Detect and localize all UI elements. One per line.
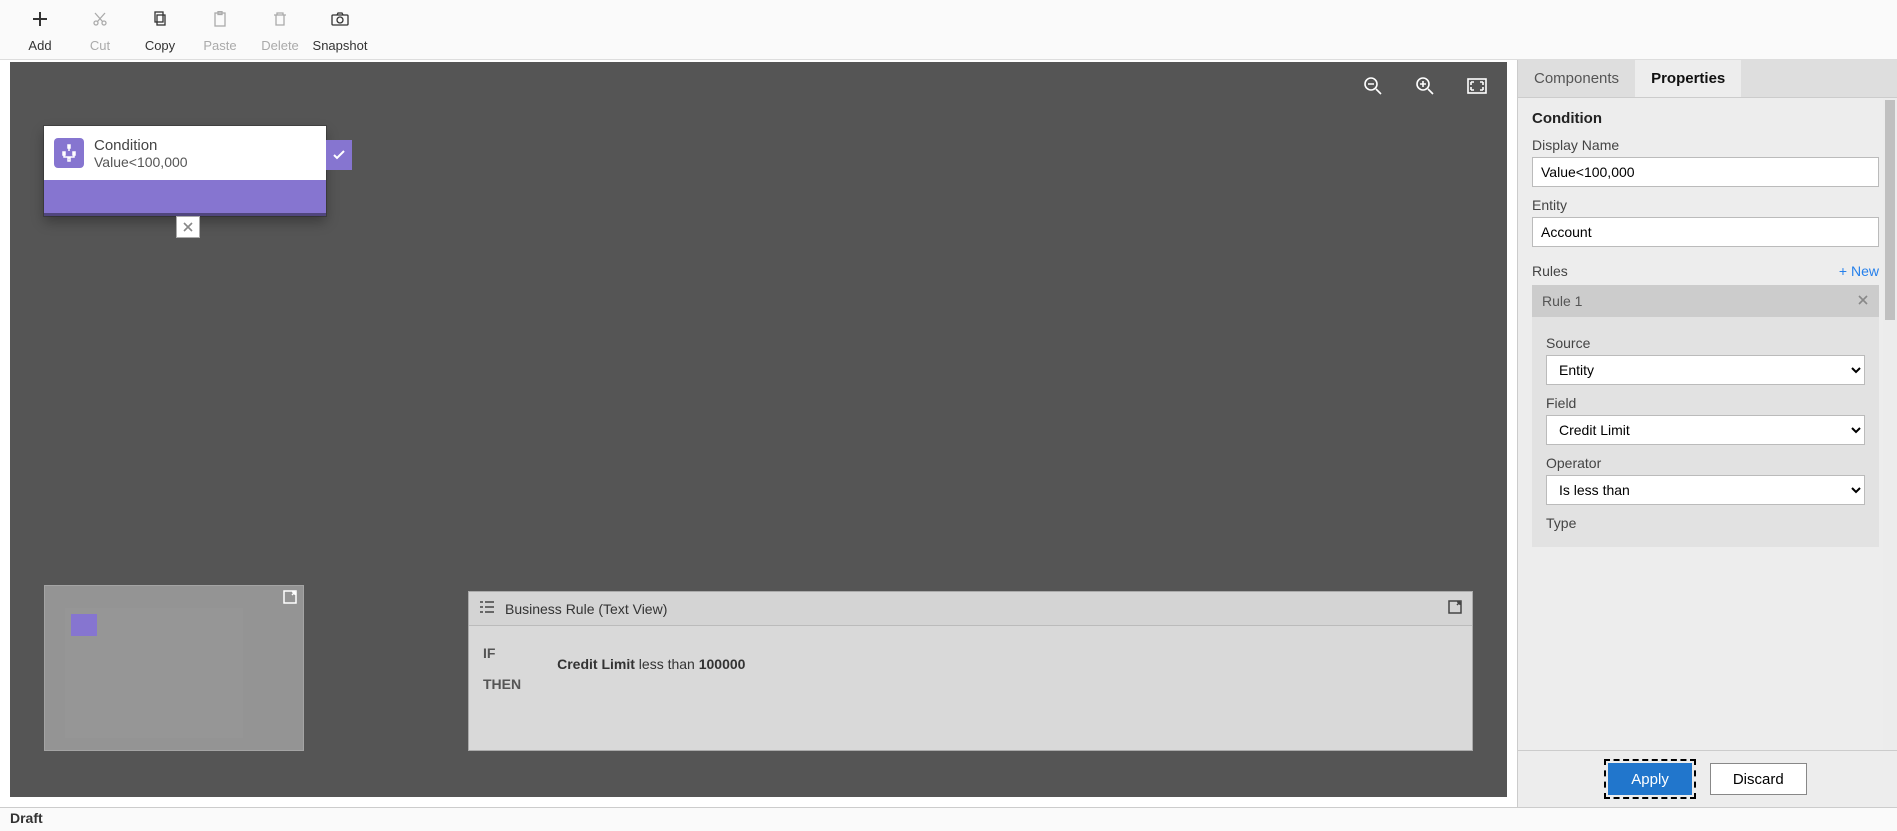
status-text: Draft: [10, 810, 43, 826]
minimap-node: [71, 614, 97, 636]
rule-body: Source Entity Field Credit Limit Operato…: [1532, 317, 1879, 547]
zoom-out-button[interactable]: [1361, 74, 1385, 98]
node-subtitle: Value<100,000: [94, 154, 188, 170]
text-view-body: IF THEN Credit Limit less than 100000: [469, 626, 1472, 712]
delete-button[interactable]: Delete: [250, 6, 310, 53]
panel-footer: Apply Discard: [1518, 750, 1897, 807]
plus-icon: [32, 8, 48, 30]
rule-operator: less than: [639, 656, 695, 672]
text-view-rule: Credit Limit less than 100000: [557, 638, 745, 700]
toolbar: Add Cut Copy Paste Delete Snapshot: [0, 0, 1897, 60]
rules-label: Rules: [1532, 263, 1568, 279]
text-view-title: Business Rule (Text View): [505, 601, 667, 617]
text-view-keywords: IF THEN: [483, 638, 521, 700]
status-bar: Draft: [0, 807, 1897, 831]
branch-icon: [54, 138, 84, 168]
scissors-icon: [92, 8, 108, 30]
cut-button[interactable]: Cut: [70, 6, 130, 53]
close-icon[interactable]: [1857, 293, 1869, 309]
field-label: Field: [1546, 395, 1865, 411]
operator-select[interactable]: Is less than: [1546, 475, 1865, 505]
list-icon: [479, 600, 495, 617]
display-name-input[interactable]: [1532, 157, 1879, 187]
rule-title: Rule 1: [1542, 293, 1582, 309]
zoom-in-button[interactable]: [1413, 74, 1437, 98]
panel-scroll[interactable]: Condition Display Name Entity Rules + Ne…: [1518, 98, 1897, 750]
text-view-panel: Business Rule (Text View) IF THEN Credit…: [468, 591, 1473, 751]
cut-label: Cut: [90, 38, 110, 53]
type-label: Type: [1546, 515, 1865, 531]
source-label: Source: [1546, 335, 1865, 351]
delete-label: Delete: [261, 38, 299, 53]
fit-screen-button[interactable]: [1465, 74, 1489, 98]
snapshot-button[interactable]: Snapshot: [310, 6, 370, 53]
copy-icon: [152, 8, 168, 30]
node-true-connector[interactable]: [326, 140, 352, 170]
entity-label: Entity: [1532, 197, 1879, 213]
panel-tabs: Components Properties: [1518, 60, 1897, 98]
section-title: Condition: [1532, 110, 1879, 127]
discard-button[interactable]: Discard: [1710, 763, 1807, 795]
canvas-tools: [1361, 74, 1489, 98]
if-label: IF: [483, 638, 521, 669]
node-header: Condition Value<100,000: [44, 126, 326, 180]
minimap-expand-icon[interactable]: [283, 590, 297, 607]
text-view-header: Business Rule (Text View): [469, 592, 1472, 626]
trash-icon: [272, 8, 288, 30]
then-label: THEN: [483, 669, 521, 700]
main: Condition Value<100,000: [0, 60, 1897, 807]
copy-button[interactable]: Copy: [130, 6, 190, 53]
source-select[interactable]: Entity: [1546, 355, 1865, 385]
node-body: [44, 180, 326, 216]
canvas[interactable]: Condition Value<100,000: [10, 62, 1507, 797]
tabs-spacer: [1741, 60, 1897, 97]
display-name-label: Display Name: [1532, 137, 1879, 153]
scrollbar[interactable]: [1883, 98, 1897, 750]
minimap[interactable]: [44, 585, 304, 751]
camera-icon: [331, 8, 349, 30]
tab-properties[interactable]: Properties: [1635, 60, 1741, 97]
field-select[interactable]: Credit Limit: [1546, 415, 1865, 445]
text-view-expand-icon[interactable]: [1448, 600, 1462, 617]
paste-label: Paste: [203, 38, 236, 53]
paste-icon: [212, 8, 228, 30]
rule-header[interactable]: Rule 1: [1532, 285, 1879, 317]
node-title: Condition: [94, 137, 188, 154]
snapshot-label: Snapshot: [313, 38, 368, 53]
paste-button[interactable]: Paste: [190, 6, 250, 53]
node-text: Condition Value<100,000: [94, 137, 188, 170]
properties-panel: Components Properties Condition Display …: [1517, 60, 1897, 807]
add-button[interactable]: Add: [10, 6, 70, 53]
condition-node[interactable]: Condition Value<100,000: [44, 126, 326, 216]
copy-label: Copy: [145, 38, 175, 53]
operator-label: Operator: [1546, 455, 1865, 471]
rule-field: Credit Limit: [557, 656, 635, 672]
entity-input[interactable]: [1532, 217, 1879, 247]
scrollbar-thumb[interactable]: [1885, 100, 1895, 320]
minimap-viewport[interactable]: [65, 608, 243, 738]
node-false-connector[interactable]: [176, 216, 200, 238]
new-rule-link[interactable]: + New: [1839, 263, 1879, 279]
rule-value: 100000: [699, 656, 746, 672]
apply-button[interactable]: Apply: [1608, 763, 1692, 795]
add-label: Add: [28, 38, 51, 53]
canvas-wrap: Condition Value<100,000: [0, 60, 1517, 807]
tab-components[interactable]: Components: [1518, 60, 1635, 97]
